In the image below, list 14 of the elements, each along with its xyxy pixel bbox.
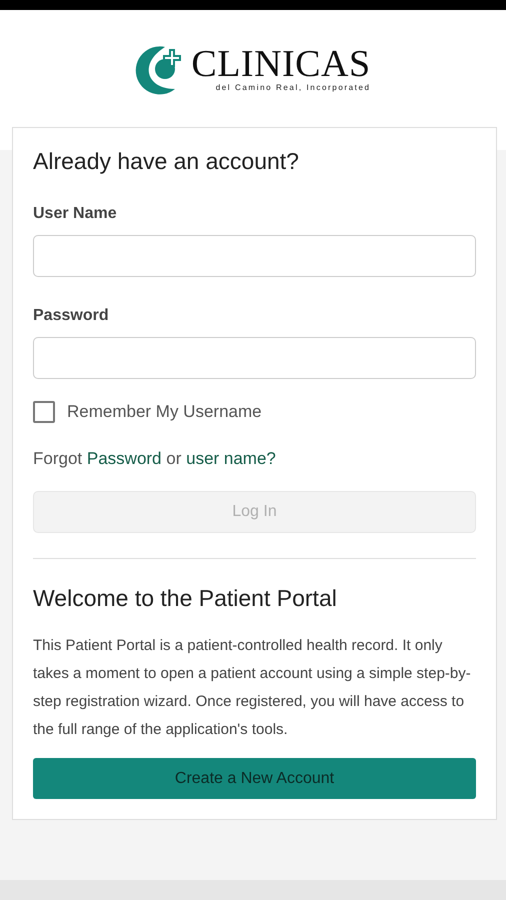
brand-name: CLINICAS bbox=[191, 45, 371, 83]
username-link[interactable]: user name? bbox=[186, 449, 276, 468]
remember-label: Remember My Username bbox=[67, 402, 262, 422]
input-field[interactable] bbox=[33, 235, 476, 277]
login-heading: Already have an account? bbox=[33, 148, 300, 175]
remember-checkbox[interactable] bbox=[33, 401, 55, 423]
forgot-text: Forgot Password or user name? bbox=[33, 449, 277, 469]
password-link[interactable]: Password bbox=[86, 449, 162, 468]
brand-tagline: del Camino Real, Incorporated bbox=[216, 83, 371, 92]
field-label: Password bbox=[33, 307, 110, 325]
welcome-text: This Patient Portal is a patient-controlled health record. It only takes a moment to open a patient account using a simple step-by-step registration wizard. Once registered, you will have access to the full range of the application's tools. bbox=[33, 636, 472, 740]
field-label: User Name bbox=[33, 205, 118, 223]
input-field[interactable] bbox=[33, 337, 476, 379]
welcome-heading: Welcome to the Patient Portal bbox=[33, 585, 338, 612]
